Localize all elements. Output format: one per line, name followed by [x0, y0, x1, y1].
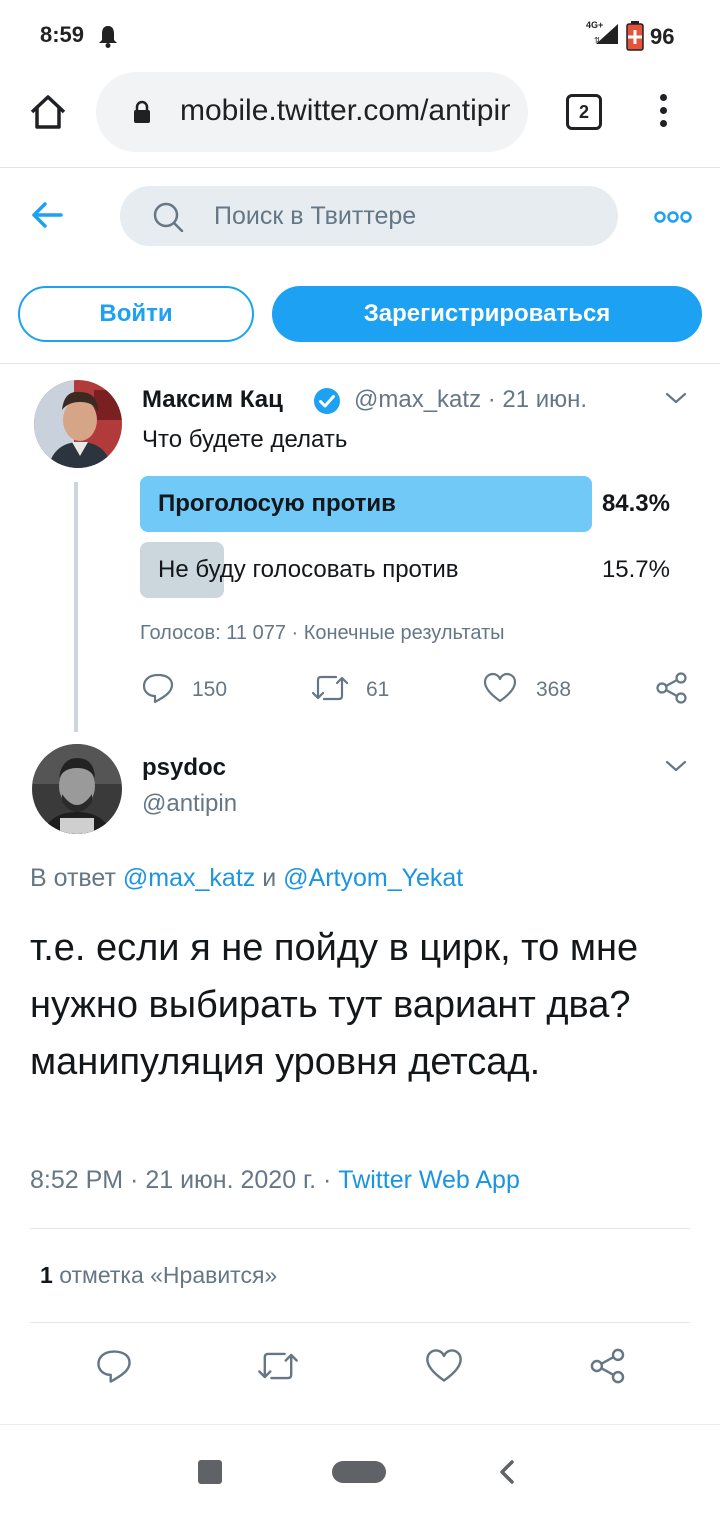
- parent-tweet[interactable]: Максим Кац @max_katz · 21 июн. Что будет…: [0, 364, 720, 734]
- reply-icon: [142, 673, 174, 704]
- battery-icon: [626, 21, 644, 56]
- retweet-icon: [311, 675, 349, 701]
- source-link[interactable]: Twitter Web App: [338, 1166, 520, 1194]
- poll-option: Не буду голосовать против 15.7%: [140, 542, 676, 598]
- divider: [30, 1228, 690, 1229]
- poll-option-label: Проголосую против: [158, 490, 396, 517]
- mention-link[interactable]: @max_katz: [123, 864, 255, 892]
- likes-summary[interactable]: 1 отметка «Нравится»: [40, 1262, 277, 1289]
- address-bar[interactable]: mobile.twitter.com/antipin: [96, 72, 528, 152]
- tweet-actions: [0, 1346, 720, 1396]
- reply-prefix: В ответ: [30, 864, 116, 892]
- avatar[interactable]: [34, 380, 122, 468]
- avatar[interactable]: [32, 744, 122, 834]
- tweet-actions: 150 61 368: [140, 670, 700, 710]
- share-icon: [590, 1348, 625, 1384]
- tweet-text: Что будете делать: [142, 426, 348, 453]
- search-placeholder: Поиск в Твиттере: [214, 202, 417, 230]
- verified-icon: [312, 386, 342, 421]
- like-icon: [483, 672, 517, 703]
- poll-option-label: Не буду голосовать против: [158, 556, 459, 583]
- browser-toolbar: mobile.twitter.com/antipin 2: [0, 72, 720, 168]
- poll-option-percent: 84.3%: [601, 490, 670, 517]
- timestamp-text[interactable]: 8:52 PM · 21 июн. 2020 г. ·: [30, 1166, 331, 1194]
- reply-context: В ответ @max_katz и @Artyom_Yekat: [30, 864, 463, 893]
- search-input[interactable]: Поиск в Твиттере: [120, 186, 618, 246]
- system-nav-bar: [0, 1424, 720, 1520]
- like-button[interactable]: [482, 670, 518, 710]
- home-button[interactable]: [332, 1461, 386, 1483]
- reply-icon: [97, 1350, 131, 1383]
- back-arrow-icon[interactable]: [30, 198, 64, 237]
- chevron-down-icon[interactable]: [664, 390, 688, 411]
- author-name[interactable]: Максим Кац: [142, 386, 283, 414]
- reply-button[interactable]: [140, 670, 176, 710]
- battery-percent: 96: [650, 24, 675, 49]
- reply-button[interactable]: [94, 1346, 134, 1391]
- bell-icon: [98, 24, 118, 53]
- share-button[interactable]: [654, 670, 690, 710]
- more-icon[interactable]: [654, 210, 692, 228]
- main-tweet: psydoc @antipin В ответ @max_katz и @Art…: [0, 734, 720, 1434]
- retweet-count: 61: [366, 678, 390, 701]
- poll-option-percent: 15.7%: [601, 556, 670, 583]
- share-icon: [656, 672, 687, 704]
- twitter-header: Поиск в Твиттере: [0, 168, 720, 264]
- author-name[interactable]: psydoc: [142, 754, 226, 782]
- url-text: mobile.twitter.com/antipin: [180, 94, 510, 127]
- chevron-down-icon[interactable]: [664, 758, 688, 779]
- signup-button[interactable]: Зарегистрироваться: [272, 286, 702, 342]
- recents-button[interactable]: [198, 1460, 222, 1484]
- retweet-button[interactable]: [310, 670, 350, 710]
- reply-count: 150: [192, 678, 228, 701]
- author-handle-date[interactable]: @max_katz · 21 июн.: [354, 386, 587, 414]
- lock-icon: [132, 100, 152, 129]
- mention-link[interactable]: @Artyom_Yekat: [283, 864, 463, 892]
- tab-switcher-button[interactable]: 2: [566, 94, 602, 130]
- retweet-button[interactable]: [256, 1346, 300, 1391]
- auth-row: Войти Зарегистрироваться: [0, 264, 720, 364]
- more-vert-icon[interactable]: [656, 94, 670, 130]
- like-count: 368: [536, 678, 572, 701]
- back-button[interactable]: [496, 1457, 518, 1492]
- thread-line: [74, 482, 78, 732]
- status-time: 8:59: [40, 22, 85, 47]
- divider: [30, 1322, 690, 1323]
- tweet-timestamp: 8:52 PM · 21 июн. 2020 г. · Twitter Web …: [30, 1166, 520, 1195]
- author-handle[interactable]: @antipin: [142, 790, 237, 818]
- signal-icon: ⇅: [594, 22, 620, 51]
- login-button[interactable]: Войти: [18, 286, 254, 342]
- search-icon: [152, 202, 184, 237]
- likes-label: отметка «Нравится»: [59, 1262, 278, 1288]
- home-icon[interactable]: [28, 92, 68, 132]
- tweet-text: т.е. если я не пойду в цирк, то мне нужн…: [30, 927, 639, 1083]
- like-icon: [426, 1349, 462, 1382]
- share-button[interactable]: [588, 1346, 628, 1391]
- poll-option: Проголосую против 84.3%: [140, 476, 676, 532]
- retweet-icon: [258, 1352, 298, 1380]
- status-bar: 8:59 4G+ ⇅ 96: [0, 0, 720, 72]
- like-button[interactable]: [424, 1346, 464, 1391]
- reply-and: и: [262, 864, 277, 892]
- svg-text:⇅: ⇅: [594, 36, 601, 45]
- likes-count: 1: [40, 1262, 53, 1288]
- poll-meta: Голосов: 11 077 · Конечные результаты: [140, 622, 505, 644]
